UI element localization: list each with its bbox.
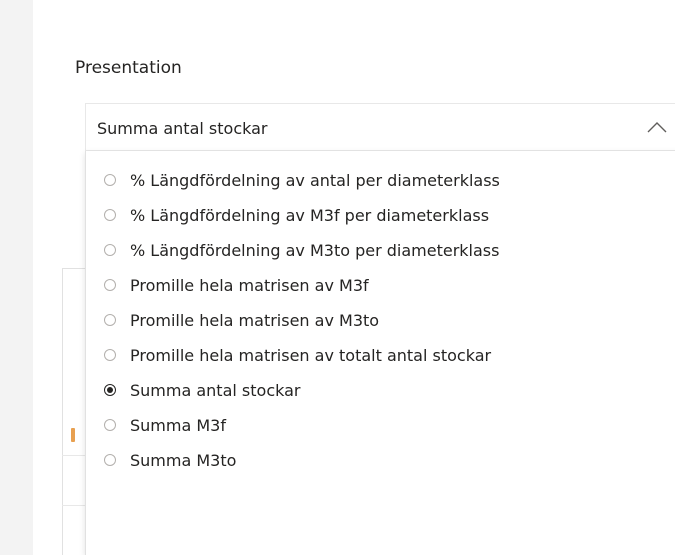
left-pane-strip xyxy=(0,0,33,555)
option-item[interactable]: % Längdfördelning av M3to per diameterkl… xyxy=(104,237,499,263)
presentation-dropdown[interactable]: Summa antal stockar xyxy=(85,103,675,151)
radio-icon[interactable] xyxy=(104,209,116,221)
option-item[interactable]: Promille hela matrisen av M3to xyxy=(104,307,379,333)
section-title: Presentation xyxy=(75,58,182,78)
option-label: % Längdfördelning av M3f per diameterkla… xyxy=(130,205,490,225)
radio-icon[interactable] xyxy=(104,279,116,291)
dropdown-options-list: % Längdfördelning av antal per diameterk… xyxy=(85,151,675,555)
radio-icon[interactable] xyxy=(104,349,116,361)
option-item[interactable]: Promille hela matrisen av totalt antal s… xyxy=(104,342,491,368)
option-label: Promille hela matrisen av M3to xyxy=(130,310,380,330)
option-item[interactable]: % Längdfördelning av antal per diameterk… xyxy=(104,167,500,193)
background-visual-border xyxy=(62,268,63,555)
radio-icon[interactable] xyxy=(104,244,116,256)
option-label: Summa M3to xyxy=(130,450,237,470)
chevron-up-icon[interactable] xyxy=(646,120,668,134)
option-label: Promille hela matrisen av M3f xyxy=(130,275,369,295)
option-label: % Längdfördelning av M3to per diameterkl… xyxy=(130,240,500,260)
option-label: % Längdfördelning av antal per diameterk… xyxy=(130,170,500,190)
radio-icon[interactable] xyxy=(104,454,116,466)
radio-icon[interactable] xyxy=(104,314,116,326)
option-item[interactable]: Summa M3f xyxy=(104,412,226,438)
page: Presentation Summa antal stockar % Längd… xyxy=(0,0,675,555)
option-item-selected[interactable]: Summa antal stockar xyxy=(104,377,300,403)
radio-selected-icon[interactable] xyxy=(104,384,116,396)
option-item[interactable]: % Längdfördelning av M3f per diameterkla… xyxy=(104,202,489,228)
radio-icon[interactable] xyxy=(104,419,116,431)
option-item[interactable]: Promille hela matrisen av M3f xyxy=(104,272,369,298)
background-visual-marker xyxy=(71,428,75,442)
option-item[interactable]: Summa M3to xyxy=(104,447,236,473)
dropdown-selected-value: Summa antal stockar xyxy=(97,119,268,138)
radio-icon[interactable] xyxy=(104,174,116,186)
option-label: Summa antal stockar xyxy=(130,380,301,400)
option-label: Summa M3f xyxy=(130,415,226,435)
option-label: Promille hela matrisen av totalt antal s… xyxy=(130,345,492,365)
